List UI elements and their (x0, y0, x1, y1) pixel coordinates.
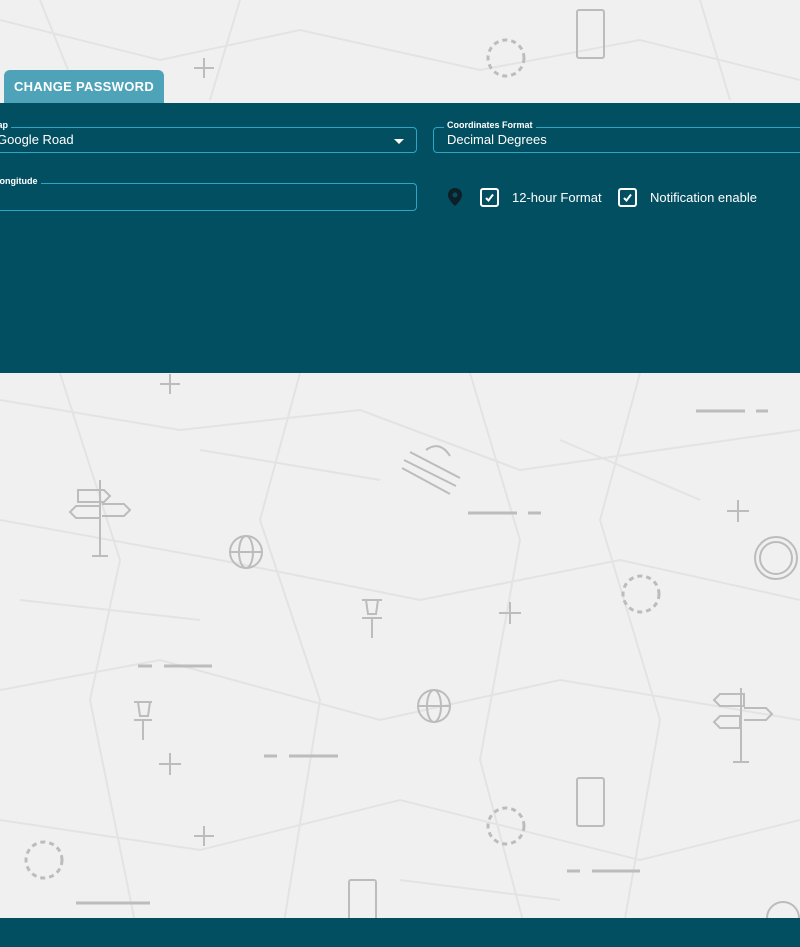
tab-change-password[interactable]: CHANGE PASSWORD (4, 70, 164, 103)
coordinates-format-label: Coordinates Format (444, 120, 536, 131)
notification-enable-option[interactable]: Notification enable (618, 188, 757, 207)
longitude-field[interactable]: Longitude (0, 176, 417, 211)
chevron-down-icon (394, 139, 404, 144)
coordinates-format-select[interactable]: Coordinates Format Decimal Degrees (433, 120, 800, 153)
footer-bar (0, 918, 800, 947)
notification-enable-label: Notification enable (650, 190, 757, 205)
twelve-hour-format-label: 12-hour Format (512, 190, 602, 205)
map-select[interactable]: Map Google Road (0, 120, 417, 153)
checkbox-checked-icon[interactable] (618, 188, 637, 207)
longitude-label: Longitude (0, 176, 41, 187)
twelve-hour-format-option[interactable]: 12-hour Format (480, 188, 602, 207)
map-select-label: Map (0, 120, 11, 131)
coordinates-format-value: Decimal Degrees (447, 132, 547, 147)
map-select-value: Google Road (0, 132, 74, 147)
checkbox-checked-icon[interactable] (480, 188, 499, 207)
location-pin-icon[interactable] (448, 188, 462, 206)
